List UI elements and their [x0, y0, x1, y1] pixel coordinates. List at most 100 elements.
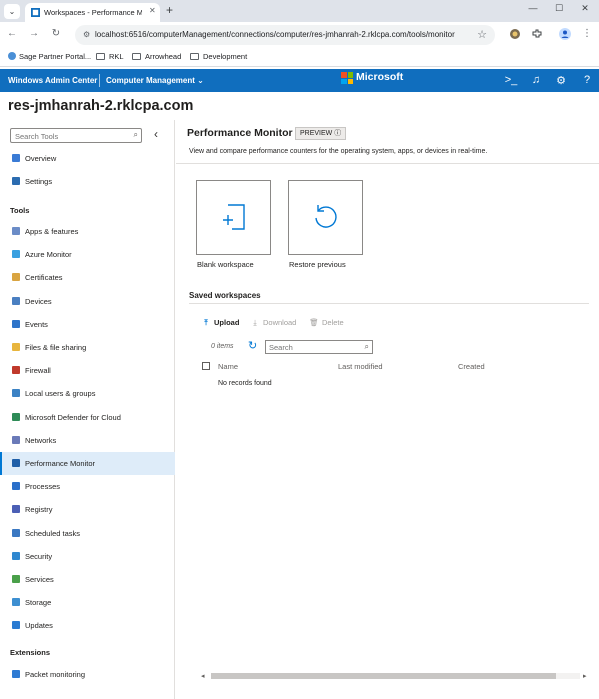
restore-icon [315, 205, 337, 228]
tasks-icon [12, 528, 20, 537]
refresh-icon[interactable]: ↻ [248, 339, 257, 352]
packet-icon [12, 670, 20, 678]
download-button[interactable]: ⤓ Download [250, 318, 296, 328]
bell-icon[interactable]: ♫ [529, 74, 543, 86]
sidebar-item-apps-and-features[interactable]: Apps & features [0, 220, 175, 243]
sidebar-item-azure-monitor[interactable]: Azure Monitor [0, 243, 175, 266]
browser-toolbar: ← → ↻ ⚙ localhost:6516/computerManagemen… [0, 22, 599, 48]
tab-search-button[interactable]: ⌄ [4, 4, 20, 19]
main-pane: Performance Monitor PREVIEW ⓘ View and c… [176, 120, 599, 699]
sidebar-item-certificates[interactable]: Certificates [0, 266, 175, 289]
search-tools-input[interactable] [15, 131, 125, 141]
server-name: res-jmhanrah-2.rklcpa.com [8, 98, 194, 114]
gear-icon[interactable]: ⚙ [554, 74, 568, 87]
blank-workspace-tile[interactable] [196, 180, 271, 255]
column-header-name[interactable]: Name [218, 362, 238, 371]
sidebar-item-firewall[interactable]: Firewall [0, 359, 175, 382]
sidebar-item-label: Apps & features [25, 227, 79, 236]
sidebar-item-security[interactable]: Security [0, 545, 175, 568]
divider [176, 163, 599, 164]
sidebar-item-settings[interactable]: Settings [0, 170, 175, 193]
sidebar-item-label: Networks [25, 435, 57, 445]
upload-button[interactable]: ⤒ Upload [201, 318, 239, 328]
sidebar-item-label: Scheduled tasks [25, 528, 81, 538]
search-tools-box[interactable]: ⌕ [10, 128, 142, 143]
search-icon: ⌕ [133, 130, 138, 139]
sage-favicon-icon [8, 52, 16, 60]
sidebar-item-registry[interactable]: Registry [0, 498, 175, 521]
browser-tab[interactable]: Workspaces - Performance Monitor ✕ [25, 3, 160, 22]
sidebar-item-label: Azure Monitor [25, 250, 72, 260]
grid-search-box[interactable]: ⌕ [265, 340, 373, 354]
sidebar-item-updates[interactable]: Updates [0, 614, 175, 637]
account-icon[interactable] [559, 28, 571, 40]
delete-button[interactable]: 🗑 Delete [309, 318, 343, 327]
profile-extension-icon[interactable] [509, 28, 521, 40]
sidebar-item-local-users-and-groups[interactable]: Local users & groups [0, 382, 175, 405]
bookmark-arrowhead[interactable]: Arrowhead [132, 52, 181, 61]
tab-title: Workspaces - Performance Monitor [44, 8, 142, 17]
forward-icon[interactable]: → [27, 28, 41, 39]
sidebar-item-storage[interactable]: Storage [0, 591, 175, 614]
sidebar-item-networks[interactable]: Networks [0, 429, 175, 452]
sidebar-item-packet-monitoring[interactable]: Packet monitoring [0, 663, 175, 686]
events-icon [12, 319, 20, 328]
security-icon [12, 551, 20, 560]
bookmark-star-icon[interactable]: ☆ [477, 28, 487, 41]
chevron-down-icon: ⌄ [197, 76, 204, 85]
sidebar-item-overview[interactable]: Overview [0, 147, 175, 170]
minimize-button[interactable]: — [526, 3, 540, 13]
microsoft-logo-icon [341, 72, 353, 84]
sidebar-item-scheduled-tasks[interactable]: Scheduled tasks [0, 522, 175, 545]
sidebar-item-microsoft-defender-for-cloud[interactable]: Microsoft Defender for Cloud [0, 406, 175, 429]
select-all-checkbox[interactable] [202, 362, 210, 370]
maximize-button[interactable]: ☐ [552, 3, 566, 14]
scroll-right-icon[interactable]: ▸ [583, 672, 587, 680]
address-bar[interactable]: ⚙ localhost:6516/computerManagement/conn… [75, 25, 495, 45]
azure-monitor-icon [12, 250, 20, 259]
bookmark-rkl[interactable]: RKL [96, 52, 124, 61]
column-header-created[interactable]: Created [458, 362, 485, 371]
sidebar-item-processes[interactable]: Processes [0, 475, 175, 498]
folder-icon [96, 53, 105, 60]
back-icon[interactable]: ← [5, 28, 19, 39]
scroll-left-icon[interactable]: ◂ [201, 672, 205, 680]
sidebar-item-files-and-file-sharing[interactable]: Files & file sharing [0, 336, 175, 359]
defender-icon [12, 412, 20, 421]
bookmark-sage[interactable]: Sage Partner Portal... [8, 52, 91, 61]
extensions-icon[interactable] [531, 28, 543, 40]
tab-close-icon[interactable]: ✕ [149, 6, 156, 15]
site-info-icon[interactable]: ⚙ [83, 30, 90, 39]
sidebar-item-devices[interactable]: Devices [0, 290, 175, 313]
new-tab-button[interactable]: + [166, 3, 173, 17]
download-icon: ⤓ [253, 318, 257, 327]
context-switcher[interactable]: Computer Management ⌄ [106, 76, 204, 85]
reload-icon[interactable]: ↻ [49, 28, 63, 39]
restore-previous-tile[interactable] [288, 180, 363, 255]
tools-heading: Tools [10, 206, 30, 215]
info-icon[interactable]: ⓘ [334, 130, 341, 137]
sidebar-item-performance-monitor[interactable]: Performance Monitor [0, 452, 175, 475]
page-title: Performance Monitor [187, 127, 293, 139]
browser-tab-strip: ⌄ Workspaces - Performance Monitor ✕ + —… [0, 0, 599, 22]
sidebar-item-events[interactable]: Events [0, 313, 175, 336]
close-window-button[interactable]: ✕ [578, 3, 592, 14]
column-header-last-modified[interactable]: Last modified [338, 362, 383, 371]
trash-icon: 🗑 [309, 318, 319, 327]
sidebar-item-label: Microsoft Defender for Cloud [25, 412, 121, 422]
app-title[interactable]: Windows Admin Center [8, 76, 97, 85]
grid-search-input[interactable] [269, 342, 359, 352]
overview-icon [12, 154, 20, 162]
terminal-icon[interactable]: >_ [504, 74, 518, 86]
scrollbar-thumb[interactable] [211, 673, 556, 679]
browser-menu-icon[interactable]: ⋮ [580, 28, 594, 39]
bookmark-development[interactable]: Development [190, 52, 247, 61]
horizontal-scrollbar[interactable]: ◂ ▸ [201, 672, 590, 680]
wac-header: Windows Admin Center Computer Management… [0, 69, 599, 92]
storage-icon [12, 598, 20, 607]
sidebar-item-services[interactable]: Services [0, 568, 175, 591]
folder-icon [132, 53, 141, 60]
collapse-sidebar-icon[interactable]: ‹ [154, 127, 158, 141]
certificate-icon [12, 273, 20, 282]
help-icon[interactable]: ? [580, 74, 594, 86]
